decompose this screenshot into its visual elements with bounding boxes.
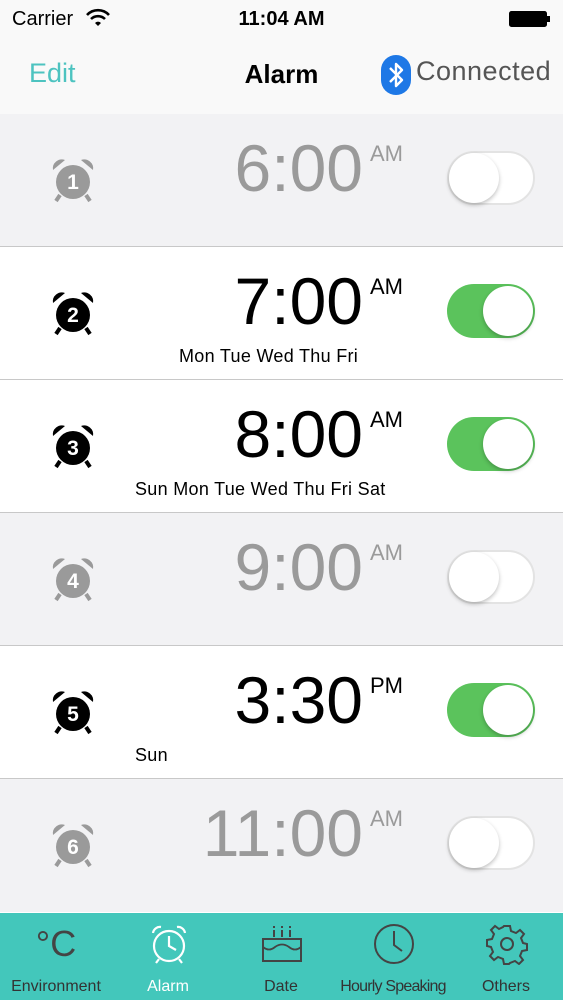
- status-bar: Carrier 11:04 AM: [0, 0, 563, 38]
- alarm-ampm: AM: [370, 540, 403, 565]
- alarm-ampm: AM: [370, 407, 403, 432]
- alarm-number-icon: 5: [52, 691, 94, 735]
- toggle-knob: [449, 818, 499, 868]
- alarm-toggle[interactable]: [447, 284, 535, 338]
- bluetooth-icon: [381, 55, 411, 95]
- tab-hourly-speaking[interactable]: Hourly Speaking: [337, 913, 449, 1000]
- alarm-toggle[interactable]: [447, 151, 535, 205]
- alarm-number-icon: 6: [52, 824, 94, 868]
- tab-date[interactable]: Date: [225, 913, 337, 1000]
- alarm-ampm: PM: [370, 673, 403, 698]
- cake-icon: [262, 926, 302, 962]
- alarm-time: 7:00: [234, 264, 363, 338]
- toggle-knob: [483, 286, 533, 336]
- alarm-list: 1 6:00 AM 2 7:00 AM Mon Tue Wed Thu Fri …: [0, 114, 563, 912]
- clock-icon: [374, 924, 414, 964]
- alarm-number: 5: [67, 703, 79, 726]
- alarm-time: 11:00: [202, 796, 363, 870]
- alarm-row[interactable]: 2 7:00 AM Mon Tue Wed Thu Fri: [0, 247, 563, 380]
- tab-bar: °C Environment Alarm Date Hourly Speakin…: [0, 913, 563, 1000]
- alarm-days: Sun: [135, 745, 168, 765]
- alarm-number: 2: [67, 304, 79, 327]
- alarm-number-icon: 2: [52, 292, 94, 336]
- navigation-bar: Edit Alarm Connected: [0, 38, 563, 115]
- tab-others[interactable]: Others: [450, 913, 562, 1000]
- toggle-knob: [483, 419, 533, 469]
- alarm-number-icon: 1: [52, 159, 94, 203]
- alarm-ampm: AM: [370, 141, 403, 166]
- toggle-knob: [483, 685, 533, 735]
- alarm-row[interactable]: 5 3:30 PM Sun: [0, 646, 563, 779]
- alarm-time: 9:00: [234, 530, 363, 604]
- alarm-time: 6:00: [234, 131, 363, 205]
- tab-alarm[interactable]: Alarm: [112, 913, 224, 1000]
- alarm-time: 3:30: [234, 663, 363, 737]
- alarm-ampm: AM: [370, 806, 403, 831]
- status-time: 11:04 AM: [238, 8, 325, 30]
- toggle-knob: [449, 153, 499, 203]
- alarm-toggle[interactable]: [447, 550, 535, 604]
- gear-icon: [486, 924, 528, 965]
- alarm-row[interactable]: 3 8:00 AM Sun Mon Tue Wed Thu Fri Sat: [0, 380, 563, 513]
- tab-label: Others: [481, 978, 530, 995]
- alarm-number-icon: 3: [52, 425, 94, 469]
- battery-icon: [509, 11, 550, 27]
- alarm-number: 1: [67, 171, 79, 194]
- alarm-number: 4: [67, 570, 79, 593]
- alarm-row[interactable]: 1 6:00 AM: [0, 114, 563, 247]
- alarm-row[interactable]: 6 11:00 AM: [0, 779, 563, 912]
- alarm-number: 3: [67, 437, 79, 460]
- toggle-knob: [449, 552, 499, 602]
- alarm-number: 6: [67, 836, 79, 859]
- alarm-clock-icon: [151, 925, 187, 964]
- tab-environment[interactable]: °C Environment: [0, 913, 112, 1000]
- alarm-toggle[interactable]: [447, 417, 535, 471]
- alarm-toggle[interactable]: [447, 683, 535, 737]
- alarm-number-icon: 4: [52, 558, 94, 602]
- alarm-toggle[interactable]: [447, 816, 535, 870]
- celsius-icon: °C: [35, 923, 77, 964]
- alarm-days: Mon Tue Wed Thu Fri: [179, 346, 359, 366]
- alarm-ampm: AM: [370, 274, 403, 299]
- alarm-time: 8:00: [234, 397, 363, 471]
- alarm-days: Sun Mon Tue Wed Thu Fri Sat: [135, 479, 386, 499]
- connection-status: Connected: [416, 56, 552, 86]
- alarm-row[interactable]: 4 9:00 AM: [0, 513, 563, 646]
